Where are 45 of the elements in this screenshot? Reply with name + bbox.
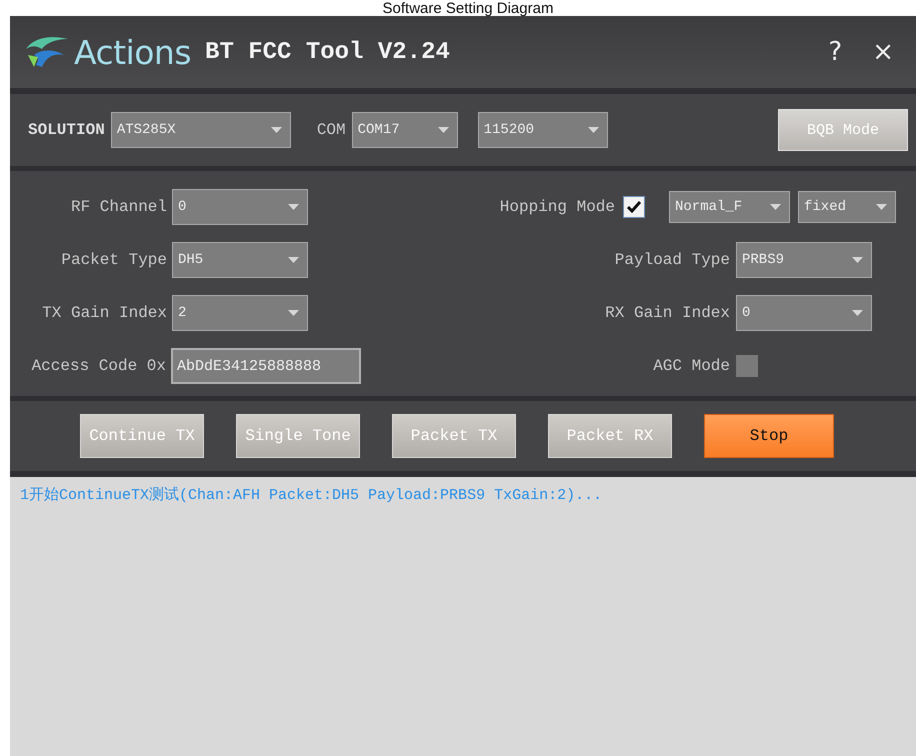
field-label: Hopping Mode	[500, 198, 615, 216]
field-label: AGC Mode	[653, 357, 730, 375]
dropdown-caret-icon	[288, 204, 299, 210]
dropdown[interactable]: PRBS9	[736, 242, 872, 278]
dropdown[interactable]: 0	[172, 189, 308, 225]
dropdown[interactable]: 2	[172, 295, 308, 331]
brand-name: Actions	[74, 32, 192, 72]
access-code-field[interactable]: AbDdE34125888888	[171, 348, 361, 384]
dropdown-caret-icon	[876, 204, 887, 210]
action-button[interactable]: Stop	[704, 414, 834, 458]
field-label: RX Gain Index	[605, 304, 730, 322]
action-button[interactable]: Packet RX	[548, 414, 672, 458]
dropdown-caret-icon	[588, 127, 599, 133]
log-line: 1开始ContinueTX测试(Chan:AFH Packet:DH5 Payload:PRBS9 TxGain:2)...	[20, 486, 604, 504]
field-label: TX Gain Index	[42, 304, 167, 322]
figure-caption: Software Setting Diagram	[382, 0, 554, 16]
dropdown-caret-icon	[288, 257, 299, 263]
solution-label: SOLUTION	[28, 121, 105, 139]
dropdown-caret-icon	[438, 127, 449, 133]
action-button[interactable]: Single Tone	[236, 414, 360, 458]
dropdown[interactable]: Normal_F	[669, 191, 790, 223]
dropdown[interactable]: COM17	[352, 112, 458, 148]
action-button[interactable]: Continue TX	[80, 414, 204, 458]
field-label: Access Code 0x	[32, 357, 166, 375]
field-label: RF Channel	[70, 198, 167, 216]
window-title: BT FCC Tool V2.24	[205, 38, 451, 66]
dropdown-caret-icon	[288, 310, 299, 316]
dropdown[interactable]: ATS285X	[110, 112, 291, 148]
field-label: Payload Type	[614, 251, 730, 269]
checkbox[interactable]	[623, 196, 645, 218]
checkbox[interactable]	[736, 355, 758, 377]
field-label: Packet Type	[61, 251, 167, 269]
close-button[interactable]: ×	[864, 37, 902, 67]
dropdown-caret-icon	[852, 310, 863, 316]
action-button[interactable]: Packet TX	[392, 414, 516, 458]
dropdown[interactable]: DH5	[172, 242, 308, 278]
dropdown[interactable]: fixed	[798, 191, 896, 223]
checkmark-icon	[627, 201, 641, 213]
dropdown-caret-icon	[770, 204, 781, 210]
dropdown[interactable]: 0	[736, 295, 872, 331]
dropdown-caret-icon	[852, 257, 863, 263]
dropdown[interactable]: 115200	[478, 112, 608, 148]
com-label: COM	[316, 121, 346, 139]
dropdown-caret-icon	[270, 127, 282, 133]
help-button[interactable]: ?	[820, 37, 850, 67]
